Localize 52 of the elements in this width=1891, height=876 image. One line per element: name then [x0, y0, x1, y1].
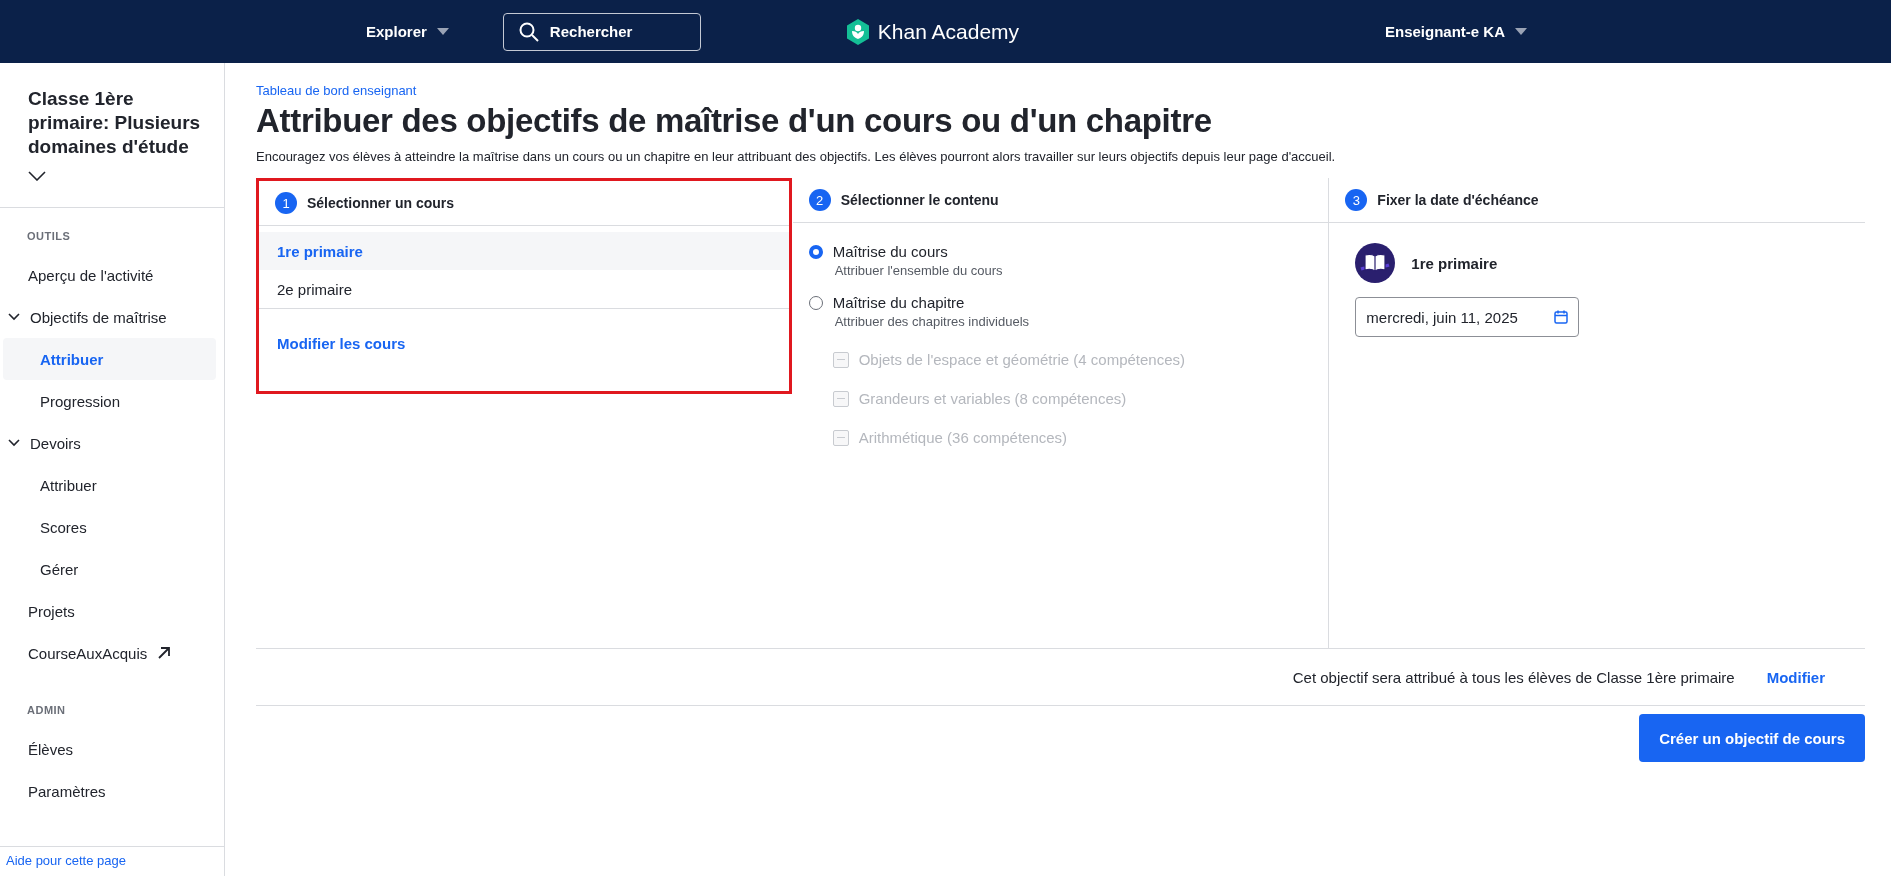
step-title: Fixer la date d'échéance	[1377, 192, 1539, 208]
page-description: Encouragez vos élèves à atteindre la maîtrise dans un cours ou un chapitre en leur attribuant des objectifs. Les élèves pourront alors travailler sur leurs objectifs depuis leur page d'accueil.	[256, 149, 1337, 164]
option-hint: Attribuer l'ensemble du cours	[834, 263, 1004, 278]
radio-button[interactable]	[808, 244, 823, 259]
sidebar-item[interactable]: Progression	[3, 380, 216, 422]
search-field[interactable]: Rechercher	[502, 12, 701, 51]
option-label[interactable]: Maîtrise du chapitre	[832, 294, 965, 311]
assignment-note: Cet objectif sera attribué à tous les élèves de Classe 1ère primaire	[1292, 668, 1735, 686]
create-goal-button[interactable]: Créer un objectif de cours	[1639, 714, 1865, 762]
step-number: 3	[1345, 189, 1368, 211]
edit-link[interactable]: Modifier	[1766, 668, 1825, 686]
sidebar-item[interactable]: Paramètres	[0, 770, 224, 812]
sidebar-item[interactable]: Scores	[3, 506, 216, 548]
account-menu[interactable]: Enseignant-e KA	[1381, 17, 1531, 46]
page-title: Attribuer des objectifs de maîtrise d'un cours ou d'un chapitre	[256, 101, 1213, 141]
breadcrumb-link[interactable]: Tableau de bord enseignant	[256, 83, 417, 98]
step-title: Sélectionner un cours	[307, 195, 455, 211]
caret-icon	[436, 28, 449, 35]
sidebar-item[interactable]: Gérer	[3, 548, 216, 590]
sidebar-item[interactable]: Élèves	[0, 728, 224, 770]
chevron-down-icon[interactable]	[28, 171, 46, 181]
sidebar-item[interactable]: Aperçu de l'activité	[0, 254, 224, 296]
book-icon	[1355, 243, 1396, 283]
chevron-icon	[8, 313, 20, 321]
sidebar-item[interactable]: Projets	[0, 590, 224, 632]
external-link-icon	[157, 646, 172, 660]
option-label[interactable]: Maîtrise du cours	[832, 243, 948, 260]
logo-text[interactable]: Khan Academy	[877, 19, 1020, 44]
section-label: ADMIN	[26, 703, 67, 718]
sidebar-group[interactable]: Devoirs	[0, 422, 224, 464]
section-label: OUTILS	[26, 229, 72, 244]
chevron-icon	[8, 439, 20, 447]
help-link[interactable]: Aide pour cette page	[6, 853, 126, 868]
search-icon	[518, 21, 539, 42]
calendar-icon	[1554, 310, 1569, 324]
caret-icon	[1515, 28, 1527, 35]
class-name[interactable]: Classe 1ère primaire: Plusieurs domaines d'étude	[28, 87, 204, 159]
step-title: Sélectionner le contenu	[840, 192, 999, 208]
course-item[interactable]: 2e primaire	[259, 270, 789, 308]
option-hint: Attribuer des chapitres individuels	[834, 314, 1031, 329]
course-name: 1re primaire	[1411, 254, 1498, 272]
course-item[interactable]: 1re primaire	[259, 232, 789, 270]
sidebar-item[interactable]: CourseAuxAcquis	[0, 632, 224, 674]
logo-icon	[845, 18, 870, 45]
sidebar-group[interactable]: Objectifs de maîtrise	[0, 296, 224, 338]
edit-courses-link[interactable]: Modifier les cours	[277, 335, 406, 352]
date-field[interactable]: mercredi, juin 11, 2025	[1355, 297, 1580, 337]
step-number: 2	[808, 189, 831, 211]
sidebar-item[interactable]: Attribuer	[3, 464, 216, 506]
sidebar-item[interactable]: Attribuer	[3, 338, 216, 380]
explore-menu[interactable]: Explorer	[362, 17, 453, 46]
step-number: 1	[275, 192, 297, 214]
